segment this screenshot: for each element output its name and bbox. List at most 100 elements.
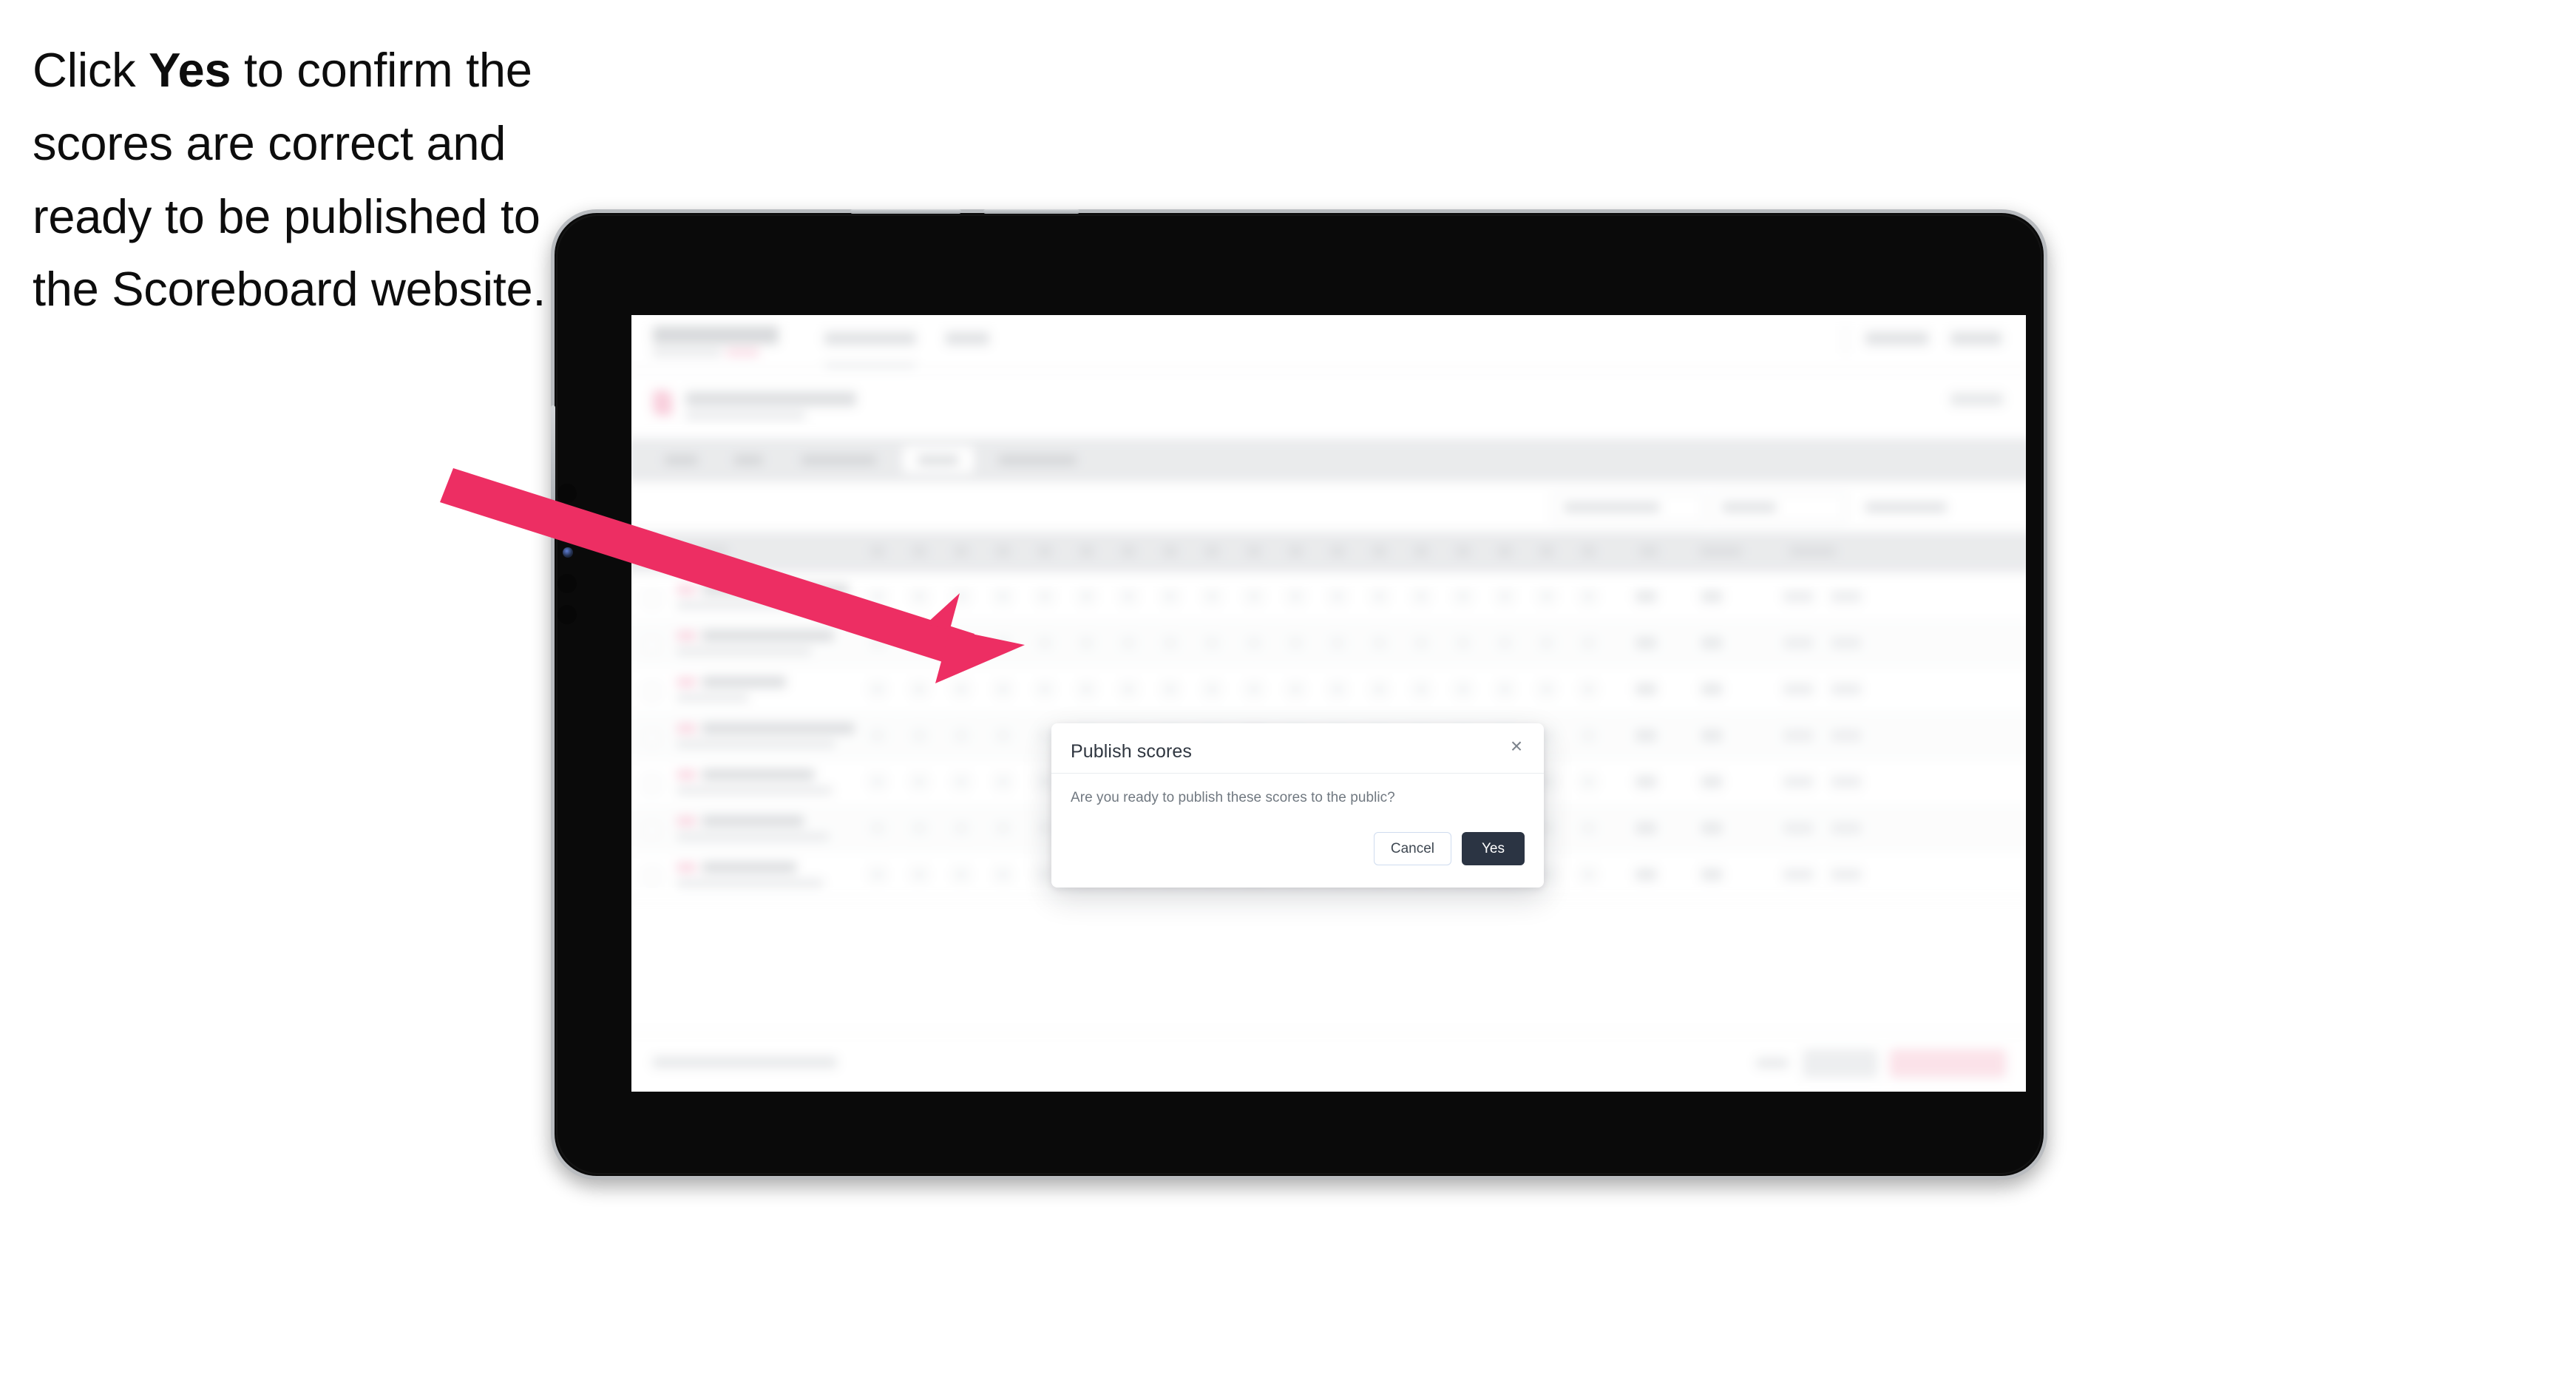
th-s1 bbox=[870, 546, 885, 557]
cell-extra-1 bbox=[1783, 868, 1814, 881]
footer-link[interactable] bbox=[1756, 1058, 1789, 1068]
cell-score bbox=[869, 589, 887, 604]
nav-link-1[interactable] bbox=[824, 332, 916, 345]
cell-score bbox=[911, 681, 928, 697]
cell-score bbox=[952, 635, 970, 651]
row-checkbox[interactable] bbox=[643, 590, 661, 607]
cell-score bbox=[1162, 681, 1179, 697]
row-rank-badge bbox=[677, 677, 696, 687]
competition-title bbox=[685, 391, 856, 407]
row-player-club bbox=[677, 740, 835, 748]
row-rank-badge bbox=[677, 631, 696, 641]
row-checkbox[interactable] bbox=[643, 775, 661, 793]
row-player-name bbox=[702, 768, 815, 781]
cell-score bbox=[952, 589, 970, 604]
cell-score bbox=[1413, 681, 1430, 697]
cell-score bbox=[1454, 635, 1471, 651]
publish-scores-modal: Publish scores × Are you ready to publis… bbox=[1051, 723, 1544, 888]
row-rank-badge bbox=[677, 584, 696, 595]
close-icon[interactable]: × bbox=[1504, 734, 1529, 759]
row-player-club bbox=[677, 879, 824, 888]
row-rank-badge bbox=[677, 723, 696, 734]
cell-points bbox=[1701, 822, 1723, 834]
cell-score bbox=[1037, 774, 1054, 790]
tab-3[interactable] bbox=[784, 447, 893, 473]
cell-score bbox=[1287, 589, 1304, 604]
th-s10 bbox=[1247, 546, 1261, 557]
tab-1-label bbox=[665, 455, 698, 465]
row-player-name bbox=[702, 862, 796, 873]
tab-2[interactable] bbox=[720, 447, 777, 473]
footer-primary-button[interactable] bbox=[1889, 1049, 2007, 1078]
row-checkbox[interactable] bbox=[643, 729, 661, 746]
table-row[interactable] bbox=[631, 620, 2026, 669]
cell-total bbox=[1636, 729, 1657, 742]
modal-body-text: Are you ready to publish these scores to… bbox=[1071, 790, 1395, 805]
cell-score bbox=[1037, 681, 1054, 697]
cell-score bbox=[1037, 820, 1054, 836]
table-row[interactable] bbox=[631, 666, 2026, 715]
cell-points bbox=[1701, 775, 1723, 788]
device-top-edge-rail bbox=[850, 209, 961, 214]
modal-actions: Cancel Yes bbox=[1373, 832, 1525, 865]
th-s4 bbox=[996, 546, 1010, 557]
background-app bbox=[631, 315, 2026, 1092]
device-button-bottom[interactable] bbox=[557, 605, 577, 624]
brand-tagline-accent bbox=[725, 348, 759, 357]
row-player-club bbox=[677, 693, 749, 702]
cell-score bbox=[1078, 635, 1095, 651]
tab-2-label bbox=[734, 455, 763, 465]
tab-1[interactable] bbox=[650, 447, 713, 473]
cell-total bbox=[1636, 868, 1657, 881]
footer-secondary-button[interactable] bbox=[1803, 1049, 1878, 1078]
toolbar-control-3[interactable] bbox=[1854, 492, 2004, 523]
row-checkbox[interactable] bbox=[643, 637, 661, 654]
row-player-name bbox=[702, 723, 855, 734]
cell-score bbox=[1497, 681, 1514, 697]
row-rank-badge bbox=[677, 816, 696, 826]
th-status bbox=[1789, 546, 1836, 557]
device-left-edge-rail bbox=[551, 405, 555, 524]
cell-score bbox=[869, 728, 887, 743]
th-s12 bbox=[1331, 546, 1345, 557]
nav-link-right-1[interactable] bbox=[1865, 332, 1929, 345]
yes-button[interactable]: Yes bbox=[1462, 832, 1525, 865]
cancel-button[interactable]: Cancel bbox=[1373, 832, 1451, 865]
row-checkbox[interactable] bbox=[643, 822, 661, 839]
cell-score bbox=[1580, 867, 1597, 882]
toolbar-control-2[interactable] bbox=[1710, 492, 1846, 524]
instruction-text: Click Yes to confirm the scores are corr… bbox=[33, 34, 580, 326]
nav-link-2[interactable] bbox=[945, 332, 989, 345]
cell-score bbox=[1120, 681, 1137, 697]
cell-score bbox=[911, 728, 928, 743]
cell-score bbox=[1538, 681, 1556, 697]
table-row[interactable] bbox=[631, 574, 2026, 622]
cell-extra-1 bbox=[1783, 637, 1814, 649]
tab-5[interactable] bbox=[983, 447, 1091, 473]
device-button-middle[interactable] bbox=[557, 574, 577, 593]
cell-score bbox=[1454, 589, 1471, 604]
toolbar-control-1-label bbox=[1564, 502, 1660, 513]
row-checkbox[interactable] bbox=[643, 683, 661, 700]
cell-points bbox=[1701, 683, 1723, 695]
row-checkbox[interactable] bbox=[643, 868, 661, 885]
th-s5 bbox=[1038, 546, 1052, 557]
row-rank-badge bbox=[677, 769, 696, 780]
cell-extra-1 bbox=[1783, 590, 1814, 603]
cell-extra-2 bbox=[1831, 775, 1862, 788]
device-button-top[interactable] bbox=[557, 484, 577, 503]
cell-score bbox=[952, 728, 970, 743]
cell-score bbox=[911, 635, 928, 651]
cell-score bbox=[1204, 589, 1221, 604]
cell-score bbox=[994, 681, 1011, 697]
app-navbar bbox=[631, 315, 2026, 371]
cell-extra-2 bbox=[1831, 822, 1862, 834]
tab-4-active[interactable] bbox=[902, 446, 975, 473]
nav-link-right-2[interactable] bbox=[1950, 332, 2002, 345]
results-table-header bbox=[631, 532, 2026, 573]
cell-score bbox=[1454, 681, 1471, 697]
row-player-name bbox=[702, 630, 834, 642]
toolbar-control-1[interactable] bbox=[1551, 492, 1705, 524]
cell-score bbox=[1245, 635, 1263, 651]
tablet-device: Publish scores × Are you ready to publis… bbox=[551, 209, 2047, 1180]
